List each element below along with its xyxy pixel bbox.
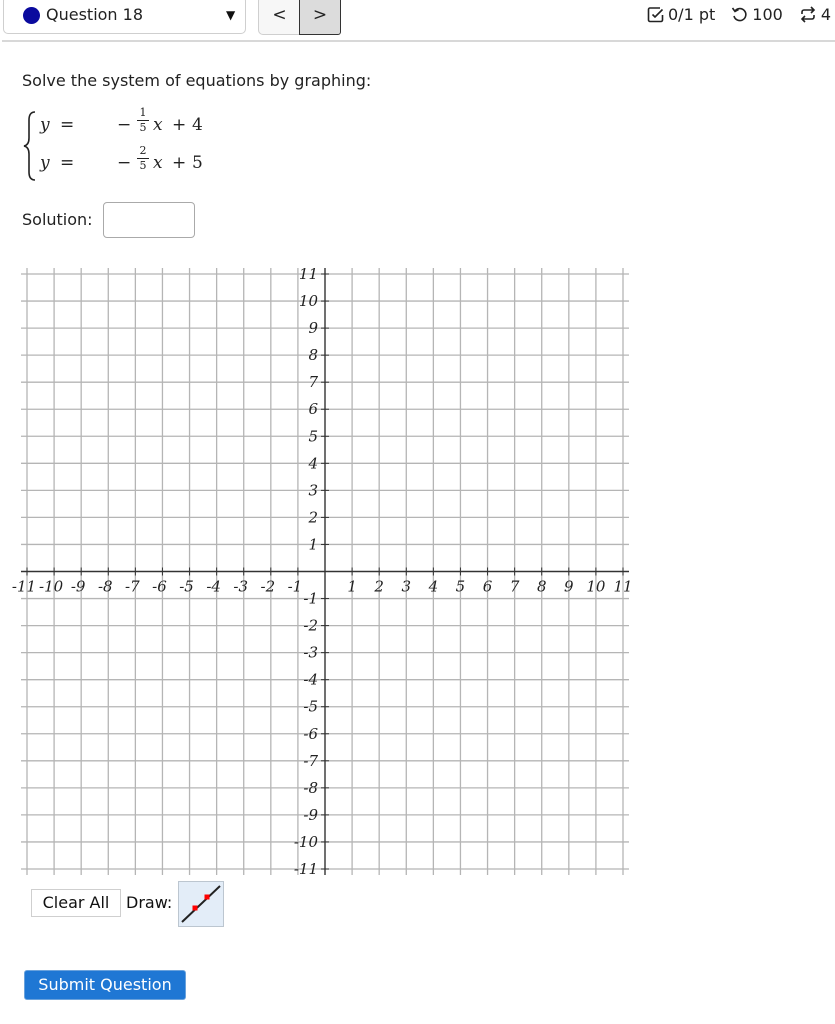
caret-down-icon: ▼ [226,8,236,22]
x-tick-label: -9 [71,578,86,596]
draw-line-tool-button[interactable] [178,881,224,927]
question-selector[interactable]: Question 18 ▼ [3,0,246,34]
y-tick-label: 8 [308,346,318,364]
x-tick-label: 11 [613,578,632,596]
x-tick-label: -5 [179,578,194,596]
x-tick-label: 9 [564,578,574,596]
y-tick-label: 1 [308,535,318,553]
left-brace [23,111,36,181]
x-tick-label: 6 [483,578,493,596]
question-status-dot [23,7,40,24]
equation-system: y = − 1 5 x + 4 y = − 2 5 x + 5 [22,107,222,184]
x-tick-label: 10 [586,578,606,596]
x-tick-label: 8 [537,578,547,596]
draw-label: Draw: [126,893,173,912]
y-tick-label: 7 [308,373,318,391]
fraction: 1 5 [137,107,149,134]
y-tick-label: -7 [303,752,318,770]
graphing-canvas[interactable]: -11 -10 -9 -8 -7 -6 -5 -4 -3 -2 -1 1 2 3 4 5 6 7 8 9 10 11111… [0,260,640,880]
x-tick-label: -1 [288,578,303,596]
retry-icon [732,7,747,22]
y-tick-label: 9 [308,319,318,337]
score-summary: 0/1 pt 100 4 [647,5,831,24]
fraction: 2 5 [137,145,149,172]
y-tick-label: -9 [303,806,318,824]
x-tick-label: 4 [428,578,439,596]
header-divider [2,40,835,42]
x-tick-label: 5 [456,578,466,596]
x-tick-label: -10 [39,578,64,596]
x-tick-label: -8 [98,578,113,596]
x-tick-label: 7 [510,578,520,596]
y-tick-label: -4 [303,671,318,689]
x-tick-label: 1 [347,578,357,596]
y-tick-label: -11 [294,860,318,878]
next-question-button[interactable]: > [299,0,341,35]
previous-question-button[interactable]: < [258,0,300,35]
x-tick-label: 3 [401,578,411,596]
y-tick-label: 3 [308,481,318,499]
y-tick-label: 5 [308,427,318,445]
y-tick-label: 4 [307,454,318,472]
y-tick-label: 10 [299,292,319,310]
solution-label: Solution: [22,210,93,229]
x-tick-label: -2 [261,578,276,596]
clear-all-button[interactable]: Clear All [31,889,121,917]
y-tick-label: -2 [303,617,318,635]
x-tick-label: -11 [12,578,36,596]
x-tick-label: -7 [125,578,140,596]
attempts-text: 4 [820,5,831,24]
solution-input[interactable] [103,202,195,238]
x-tick-label: 2 [373,578,384,596]
top-bar: Question 18 ▼ < > 0/1 pt 100 4 [0,0,835,42]
y-tick-label: -1 [303,590,318,608]
y-tick-label: 2 [307,508,318,526]
x-tick-label: -4 [206,578,221,596]
submit-question-button[interactable]: Submit Question [24,970,186,1000]
checkbox-icon [647,7,664,23]
question-selector-label: Question 18 [46,5,144,24]
y-tick-label: 6 [308,400,318,418]
y-tick-label: -5 [303,698,318,716]
y-tick-label: -10 [294,833,319,851]
y-tick-label: -8 [303,779,318,797]
y-tick-label: 11 [299,265,318,283]
x-tick-label: -6 [152,578,167,596]
attempts-icon [800,6,815,23]
retries-text: 100 [752,5,783,24]
x-tick-label: -3 [233,578,248,596]
question-prompt: Solve the system of equations by graphin… [22,71,372,90]
y-tick-label: -3 [303,644,318,662]
question-nav: < > [258,0,341,35]
points-text: 0/1 pt [668,5,716,24]
line-segment-icon [181,885,221,923]
y-tick-label: -6 [303,725,318,743]
